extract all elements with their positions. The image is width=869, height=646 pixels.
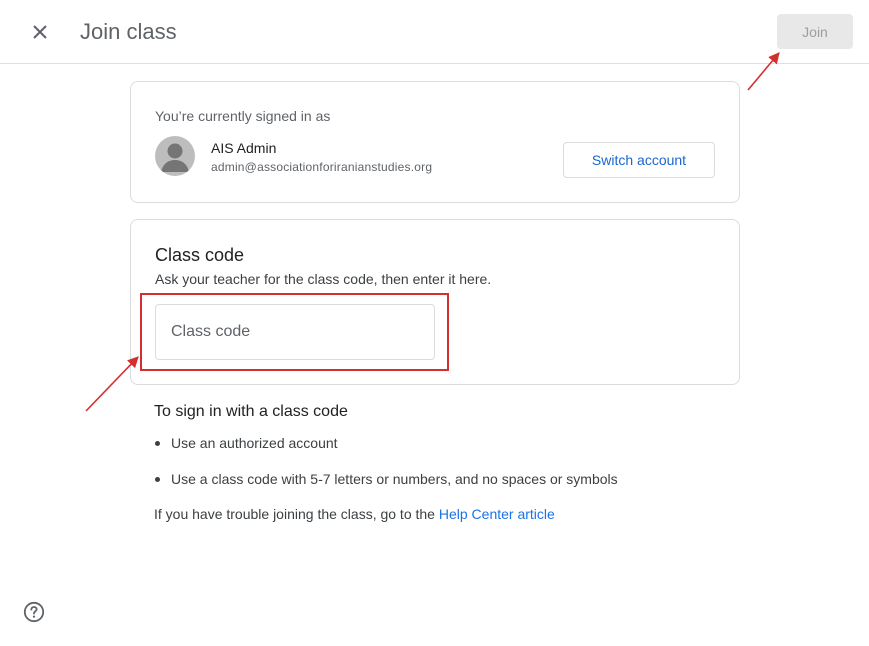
list-item: Use a class code with 5-7 letters or num… <box>154 469 618 505</box>
instructions-list: Use an authorized account Use a class co… <box>154 433 618 505</box>
switch-account-button[interactable]: Switch account <box>563 142 715 178</box>
signed-in-label: You’re currently signed in as <box>155 108 331 124</box>
help-circle-icon <box>23 601 45 623</box>
account-name: AIS Admin <box>211 140 277 156</box>
instructions-heading: To sign in with a class code <box>154 403 348 420</box>
class-code-card: Class code Ask your teacher for the clas… <box>130 219 740 385</box>
avatar-person-icon <box>161 143 189 172</box>
top-bar: Join class Join <box>0 0 869 64</box>
class-code-input[interactable] <box>155 304 435 360</box>
close-icon <box>33 25 47 39</box>
help-line: If you have trouble joining the class, g… <box>154 506 555 522</box>
class-code-description: Ask your teacher for the class code, the… <box>155 271 492 287</box>
close-button[interactable] <box>24 16 56 48</box>
avatar <box>155 136 195 176</box>
join-button[interactable]: Join <box>777 14 853 49</box>
join-class-page: Join class Join You’re currently signed … <box>0 0 869 646</box>
help-text: If you have trouble joining the class, g… <box>154 506 435 522</box>
page-title: Join class <box>80 19 177 44</box>
account-card: You’re currently signed in as AIS Admin … <box>130 81 740 203</box>
help-center-link[interactable]: Help Center article <box>439 506 555 522</box>
help-button[interactable] <box>23 601 45 623</box>
list-item: Use an authorized account <box>154 433 618 469</box>
class-code-heading: Class code <box>155 245 245 265</box>
account-email: admin@associationforiranianstudies.org <box>211 160 433 174</box>
